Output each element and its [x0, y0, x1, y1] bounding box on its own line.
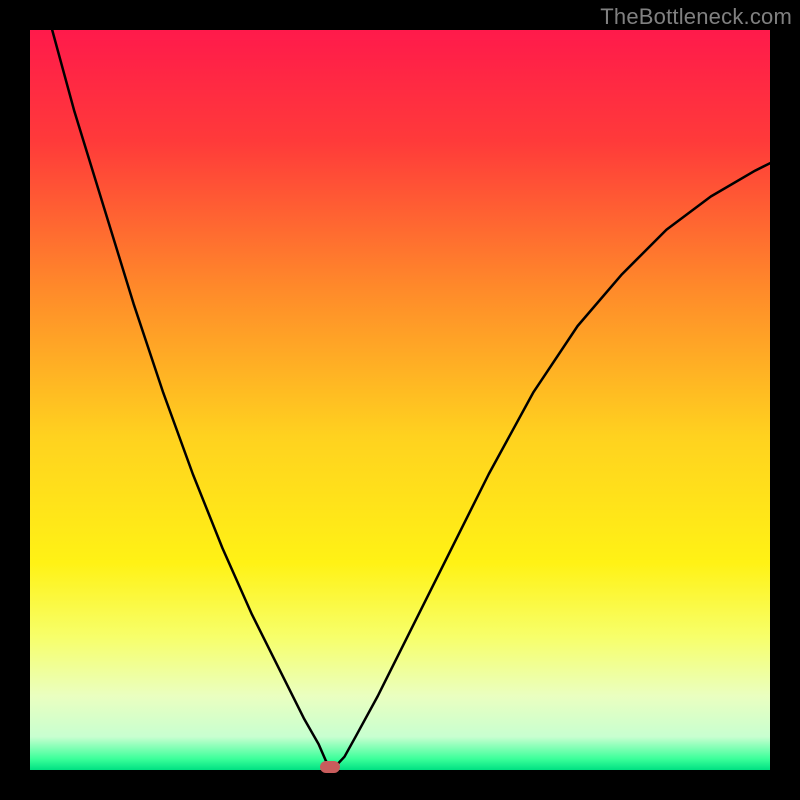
plot-area: [30, 30, 770, 770]
chart-frame: TheBottleneck.com: [0, 0, 800, 800]
bottleneck-curve: [30, 30, 770, 770]
watermark-text: TheBottleneck.com: [600, 4, 792, 30]
optimal-marker: [320, 761, 340, 773]
